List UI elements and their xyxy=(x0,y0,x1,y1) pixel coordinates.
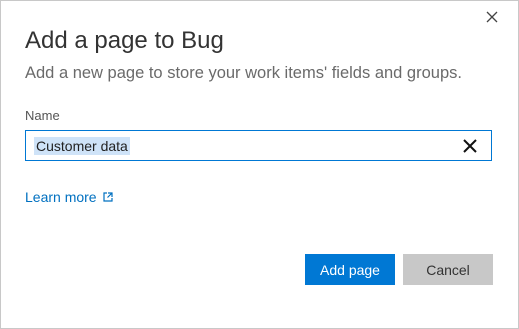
add-page-dialog: Add a page to Bug Add a new page to stor… xyxy=(0,0,519,329)
learn-more-label: Learn more xyxy=(25,189,97,205)
close-icon xyxy=(486,11,498,23)
dialog-subtitle: Add a new page to store your work items'… xyxy=(25,64,462,82)
cancel-button[interactable]: Cancel xyxy=(403,254,493,285)
add-page-button[interactable]: Add page xyxy=(305,254,395,285)
name-input[interactable] xyxy=(26,131,466,160)
learn-more-link[interactable]: Learn more xyxy=(25,189,113,205)
external-link-icon xyxy=(102,192,113,202)
close-button[interactable] xyxy=(484,9,500,25)
dialog-title: Add a page to Bug xyxy=(25,27,224,54)
name-field[interactable] xyxy=(25,130,492,161)
name-label: Name xyxy=(25,108,60,123)
clear-icon[interactable] xyxy=(463,139,477,153)
